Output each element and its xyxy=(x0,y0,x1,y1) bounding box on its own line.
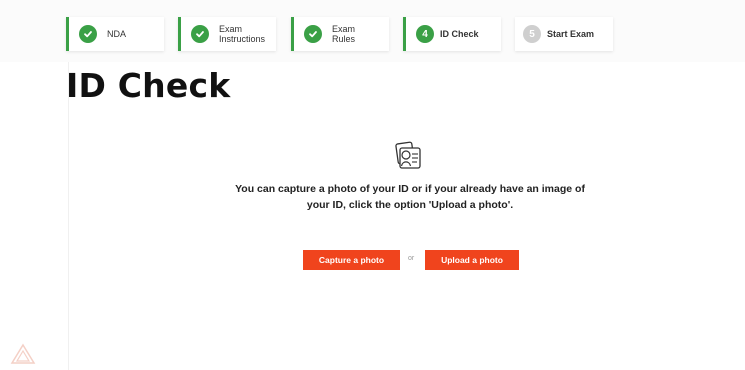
capture-photo-button[interactable]: Capture a photo xyxy=(303,250,400,270)
step-id-check[interactable]: 4 ID Check xyxy=(403,17,501,51)
step-number-badge: 5 xyxy=(523,25,541,43)
step-start-exam[interactable]: 5 Start Exam xyxy=(515,17,613,51)
page-title: ID Check xyxy=(66,66,231,105)
check-icon xyxy=(191,25,209,43)
check-icon xyxy=(304,25,322,43)
step-exam-rules[interactable]: Exam Rules xyxy=(291,17,389,51)
id-card-icon xyxy=(395,141,421,169)
content-divider xyxy=(68,62,69,370)
check-icon xyxy=(79,25,97,43)
step-label: NDA xyxy=(107,29,127,39)
instructions-text: You can capture a photo of your ID or if… xyxy=(235,183,585,211)
or-separator: or xyxy=(408,255,415,262)
logo-icon xyxy=(10,343,36,364)
step-label: ID Check xyxy=(440,29,479,39)
upload-photo-button[interactable]: Upload a photo xyxy=(425,250,519,270)
step-exam-instructions[interactable]: Exam Instructions xyxy=(178,17,276,51)
id-check-page: NDA Exam Instructions Exam Rules 4 ID Ch… xyxy=(0,0,745,370)
step-label: Exam Rules xyxy=(332,24,356,44)
step-label: Exam Instructions xyxy=(219,24,266,44)
step-label: Start Exam xyxy=(547,29,595,39)
step-number-badge: 4 xyxy=(416,25,434,43)
step-nda[interactable]: NDA xyxy=(66,17,164,51)
